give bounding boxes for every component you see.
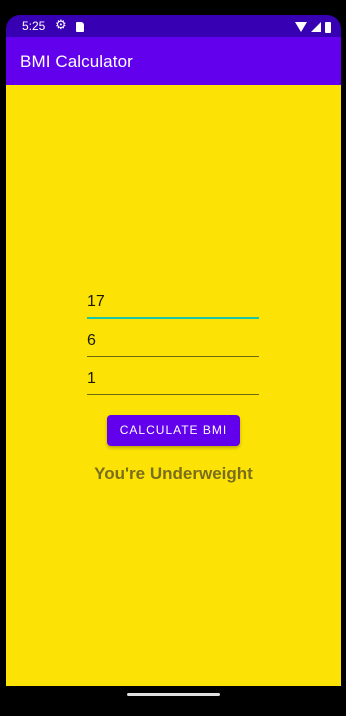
weight-input[interactable]: 1 <box>87 368 259 395</box>
settings-icon: ⚙ <box>55 17 67 32</box>
height-inches-input[interactable]: 6 <box>87 330 259 357</box>
battery-icon <box>325 21 331 33</box>
wifi-icon <box>295 22 307 32</box>
weight-value: 1 <box>87 370 96 387</box>
status-time: 5:25 <box>22 19 46 33</box>
home-gesture-handle[interactable] <box>127 693 220 696</box>
calculate-bmi-button[interactable]: CALCULATE BMI <box>107 415 240 446</box>
sim-card-icon <box>76 22 84 32</box>
app-bar: BMI Calculator <box>6 37 341 85</box>
navigation-bar <box>0 686 346 716</box>
result-text: You're Underweight <box>94 464 253 483</box>
status-right-icons <box>295 21 331 33</box>
height-feet-value: 17 <box>87 293 105 310</box>
height-feet-input[interactable]: 17 <box>87 291 259 319</box>
status-bar: 5:25 ⚙ <box>6 15 341 37</box>
signal-icon <box>311 22 321 32</box>
content-area: 17 6 1 CALCULATE BMI You're Underweight <box>6 85 341 686</box>
app-title: BMI Calculator <box>20 52 133 71</box>
height-inches-value: 6 <box>87 332 96 349</box>
